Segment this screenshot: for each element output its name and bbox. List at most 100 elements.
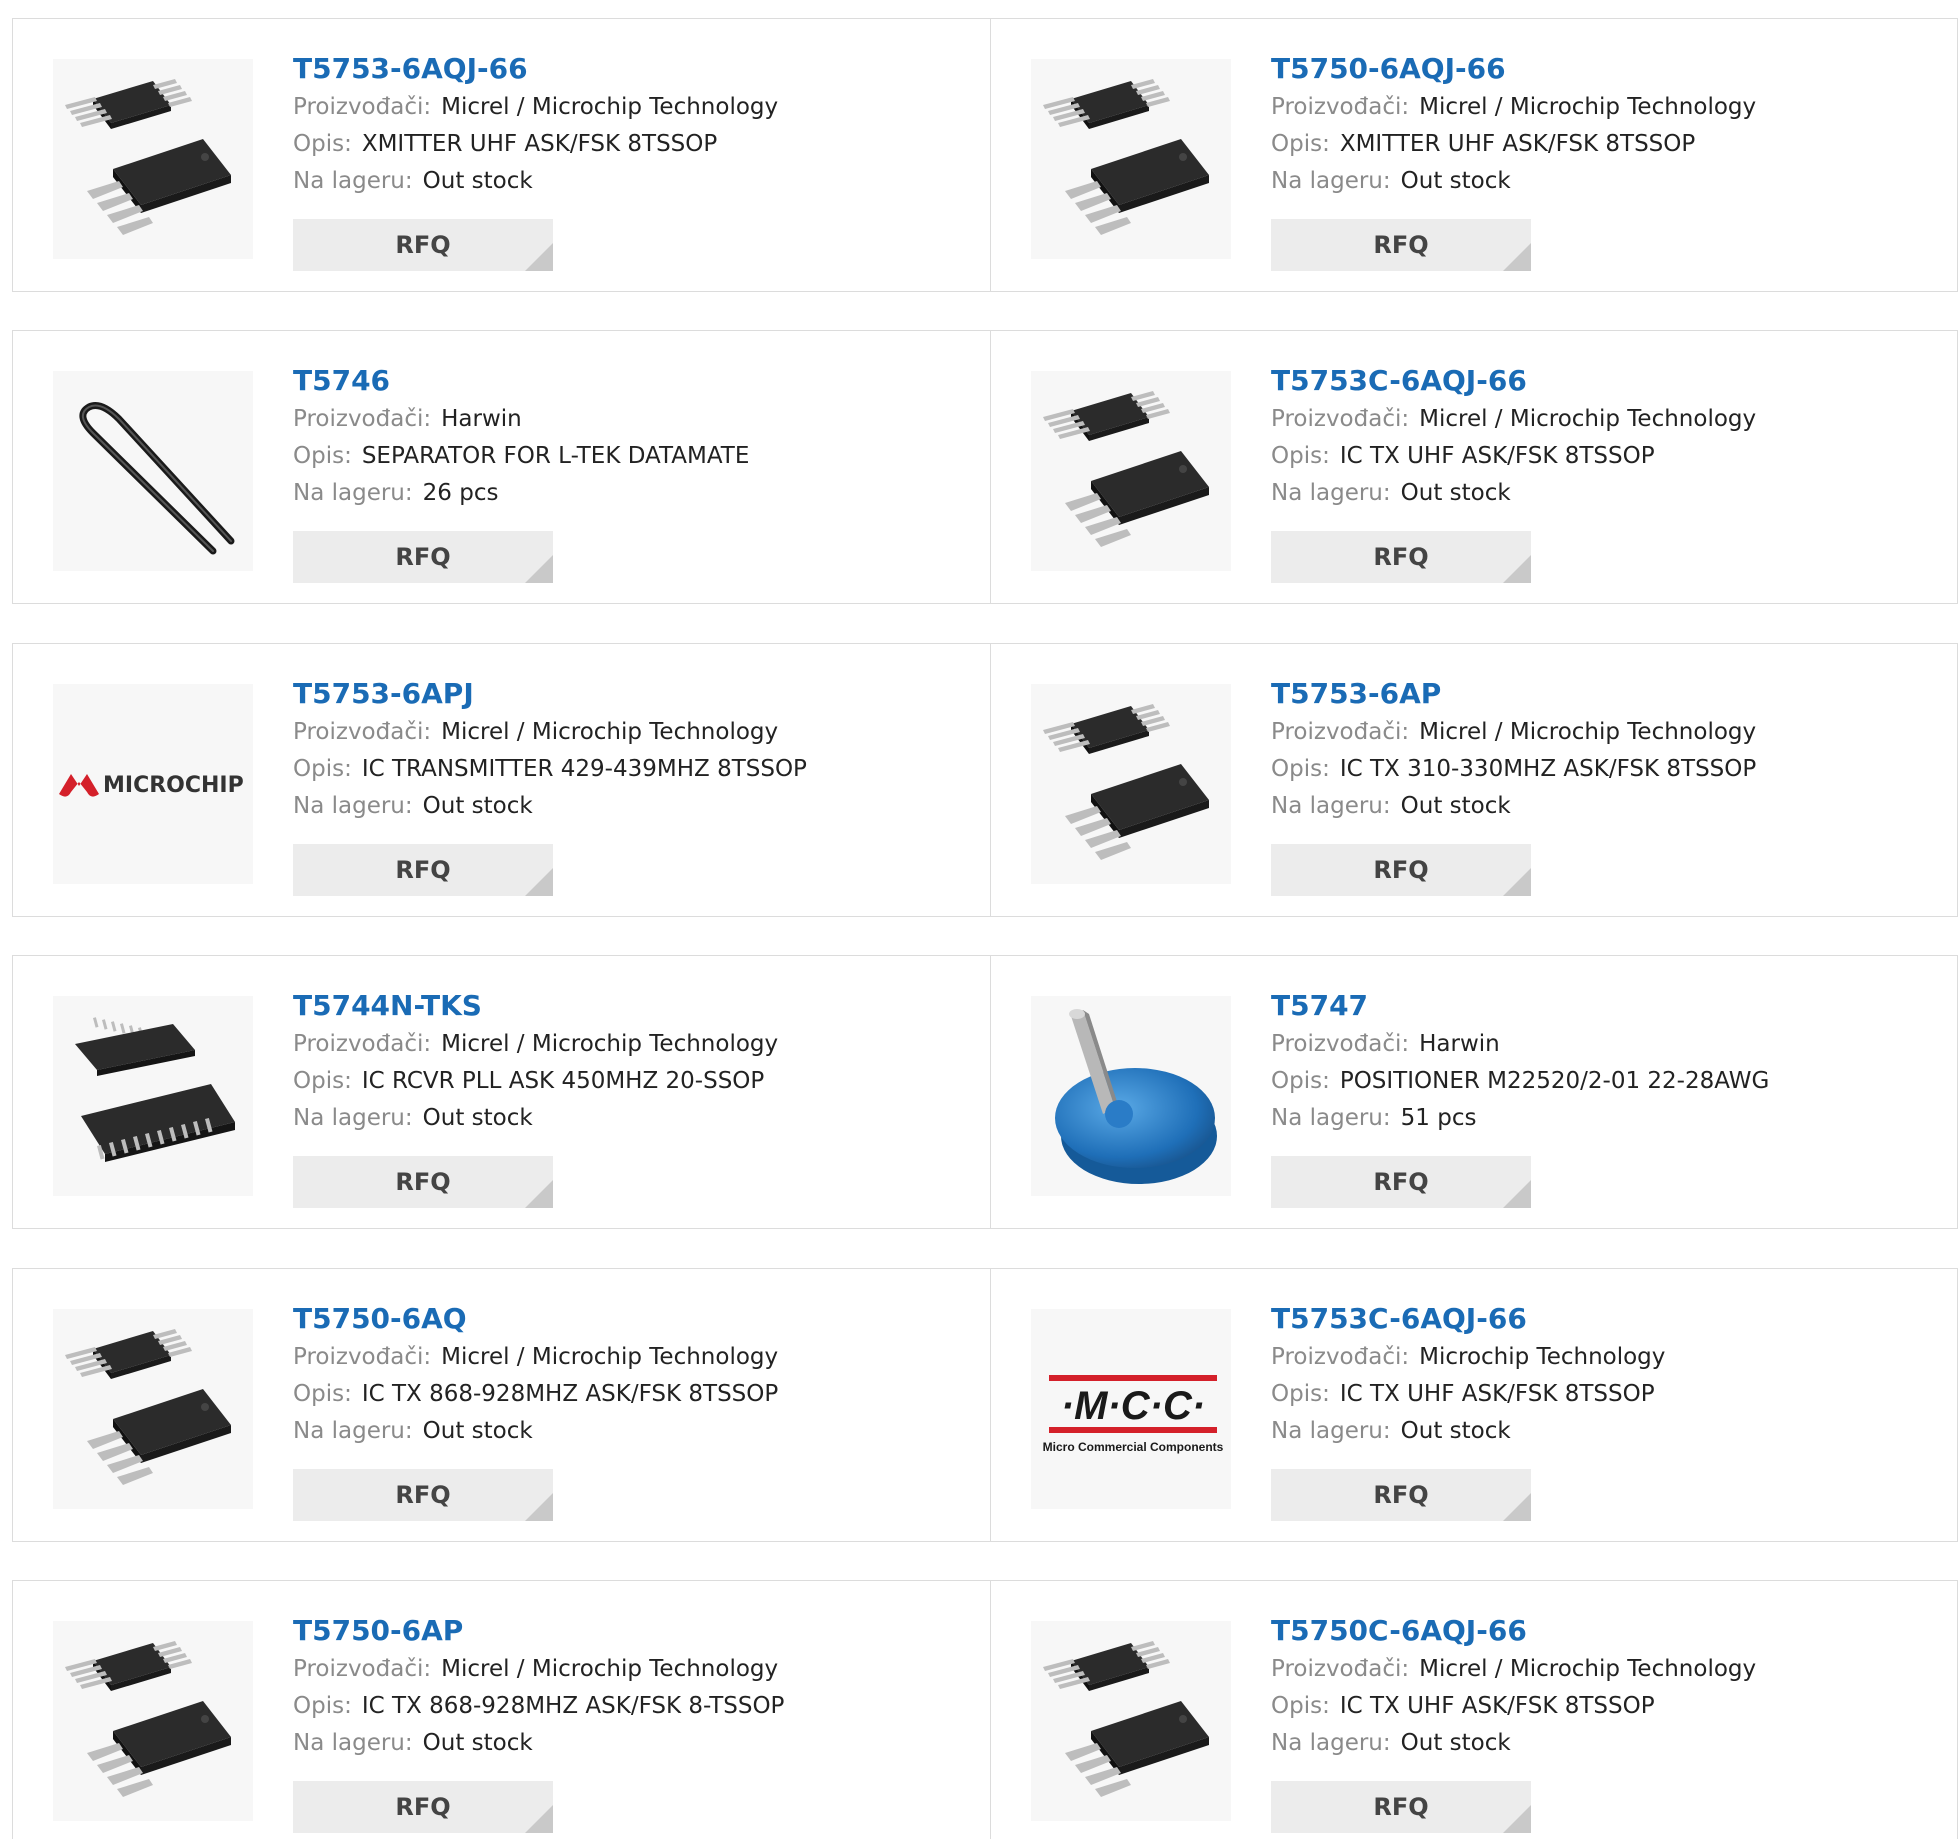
stock-line: Na lageru: Out stock	[293, 163, 778, 200]
description-label: Opis:	[293, 1692, 352, 1719]
stock-value: Out stock	[1400, 480, 1511, 507]
description-value: XMITTER UHF ASK/FSK 8TSSOP	[1339, 131, 1696, 157]
product-card: MICROCHIP T5753-6APJ Proizvođači: Micrel …	[12, 642, 991, 917]
product-title-link[interactable]: T5753C-6AQJ-66	[1271, 1299, 1665, 1339]
stock-value: Out stock	[1400, 1729, 1511, 1756]
rfq-button-label: RFQ	[395, 1792, 451, 1821]
description-line: Opis: IC TX UHF ASK/FSK 8TSSOP	[1271, 438, 1756, 475]
product-title-link[interactable]: T5753-6AQJ-66	[293, 49, 778, 89]
manufacturer-label: Proizvođači:	[1271, 94, 1410, 120]
product-title-link[interactable]: T5750-6AQ	[293, 1299, 778, 1339]
stock-line: Na lageru: Out stock	[1271, 788, 1756, 825]
stock-label: Na lageru:	[1271, 168, 1391, 194]
manufacturer-value: Micrel / Microchip Technology	[441, 94, 779, 120]
tssop-chip-icon[interactable]	[53, 59, 253, 259]
product-info: T5747 Proizvođači: Harwin Opis: POSITIONER…	[1271, 986, 1769, 1137]
rfq-button[interactable]: RFQ	[293, 1468, 553, 1521]
product-title-link[interactable]: T5753C-6AQJ-66	[1271, 361, 1756, 401]
rfq-button[interactable]: RFQ	[1271, 843, 1531, 896]
rfq-button[interactable]: RFQ	[1271, 219, 1531, 271]
manufacturer-line: Proizvođači: Micrel / Microchip Technolog…	[293, 89, 778, 126]
rfq-button[interactable]: RFQ	[1271, 1780, 1531, 1833]
product-card: T5750-6AP Proizvođači: Micrel / Microchip…	[12, 1579, 991, 1839]
svg-text:Micro Commercial Components: Micro Commercial Components	[1043, 1440, 1224, 1454]
stock-label: Na lageru:	[1271, 792, 1391, 819]
microchip-logo-text: MICROCHIP	[103, 773, 244, 798]
product-title-link[interactable]: T5750-6AQJ-66	[1271, 49, 1756, 89]
rfq-button[interactable]: RFQ	[1271, 531, 1531, 584]
stock-value: Out stock	[422, 792, 533, 819]
rfq-button[interactable]: RFQ	[293, 1780, 553, 1833]
description-value: IC TX 868-928MHZ ASK/FSK 8-TSSOP	[361, 1692, 785, 1719]
rfq-button-label: RFQ	[1373, 1792, 1429, 1821]
product-card: T5744N-TKS Proizvođači: Micrel / Microchi…	[12, 955, 991, 1230]
product-info: T5750-6AQJ-66 Proizvođači: Micrel / Micro…	[1271, 49, 1756, 200]
manufacturer-line: Proizvođači: Micrel / Microchip Technolog…	[293, 1339, 778, 1376]
stock-line: Na lageru: Out stock	[293, 1100, 778, 1137]
manufacturer-value: Harwin	[1419, 1031, 1500, 1058]
product-title-link[interactable]: T5744N-TKS	[293, 986, 778, 1026]
product-row: T5750-6AP Proizvođači: Micrel / Microchip…	[12, 1579, 1958, 1839]
product-title-link[interactable]: T5746	[293, 361, 749, 401]
tssop-chip-icon[interactable]	[53, 1308, 253, 1509]
tssop-chip-icon[interactable]	[1031, 59, 1231, 259]
product-info: T5753-6AQJ-66 Proizvođači: Micrel / Micro…	[293, 49, 778, 200]
description-value: IC TX UHF ASK/FSK 8TSSOP	[1339, 443, 1655, 470]
manufacturer-value: Micrel / Microchip Technology	[1419, 718, 1757, 745]
manufacturer-line: Proizvođači: Micrel / Microchip Technolog…	[1271, 89, 1756, 126]
description-label: Opis:	[1271, 755, 1330, 782]
tssop-chip-icon[interactable]	[1031, 1620, 1231, 1821]
manufacturer-label: Proizvođači:	[1271, 1655, 1410, 1682]
rfq-button-label: RFQ	[395, 1168, 451, 1197]
manufacturer-line: Proizvođači: Micrel / Microchip Technolog…	[1271, 401, 1756, 438]
rfq-corner-decoration	[1503, 1180, 1531, 1209]
rfq-button[interactable]: RFQ	[1271, 1468, 1531, 1521]
product-title-link[interactable]: T5750C-6AQJ-66	[1271, 1611, 1756, 1651]
product-card: T5750-6AQ Proizvođači: Micrel / Microchip…	[12, 1267, 991, 1542]
manufacturer-line: Proizvođači: Microchip Technology	[1271, 1339, 1665, 1376]
rfq-button-label: RFQ	[395, 543, 451, 572]
tssop-chip-icon[interactable]	[53, 1620, 253, 1821]
tssop-chip-icon[interactable]	[1031, 371, 1231, 572]
manufacturer-label: Proizvođači:	[293, 718, 432, 745]
product-row: T5744N-TKS Proizvođači: Micrel / Microchi…	[12, 955, 1958, 1230]
rfq-button-label: RFQ	[1373, 543, 1429, 572]
rfq-button[interactable]: RFQ	[293, 531, 553, 584]
description-value: IC TX UHF ASK/FSK 8TSSOP	[1339, 1692, 1655, 1719]
rfq-button[interactable]: RFQ	[293, 843, 553, 896]
manufacturer-value: Micrel / Microchip Technology	[441, 1031, 779, 1058]
stock-line: Na lageru: Out stock	[1271, 475, 1756, 512]
rfq-corner-decoration	[525, 243, 553, 271]
product-title-link[interactable]: T5750-6AP	[293, 1611, 784, 1651]
stock-label: Na lageru:	[293, 1729, 413, 1756]
stock-label: Na lageru:	[293, 1105, 413, 1132]
manufacturer-label: Proizvođači:	[1271, 1031, 1410, 1058]
microchip-logo[interactable]: MICROCHIP	[53, 683, 253, 884]
mcc-logo[interactable]: ·M·C·C· Micro Commercial Components	[1031, 1308, 1231, 1509]
product-title-link[interactable]: T5753-6AP	[1271, 674, 1756, 714]
product-title-link[interactable]: T5747	[1271, 986, 1769, 1026]
description-line: Opis: IC TX UHF ASK/FSK 8TSSOP	[1271, 1376, 1665, 1413]
description-label: Opis:	[1271, 1380, 1330, 1407]
manufacturer-label: Proizvođači:	[293, 406, 432, 433]
stock-value: 26 pcs	[422, 480, 499, 507]
stock-line: Na lageru: Out stock	[1271, 1725, 1756, 1762]
product-card: T5747 Proizvođači: Harwin Opis: POSITIONER…	[991, 955, 1958, 1230]
rfq-button[interactable]: RFQ	[293, 1156, 553, 1209]
product-info: T5750-6AQ Proizvođači: Micrel / Microchip…	[293, 1299, 778, 1450]
product-title-link[interactable]: T5753-6APJ	[293, 674, 807, 714]
rfq-button[interactable]: RFQ	[293, 219, 553, 271]
ssop20-chip-icon[interactable]	[53, 996, 253, 1197]
tssop-chip-icon[interactable]	[1031, 683, 1231, 884]
stock-value: Out stock	[422, 168, 533, 194]
product-info: T5750C-6AQJ-66 Proizvođači: Micrel / Micr…	[1271, 1611, 1756, 1762]
rfq-button-label: RFQ	[395, 231, 451, 259]
rfq-button[interactable]: RFQ	[1271, 1156, 1531, 1209]
description-line: Opis: IC TRANSMITTER 429-439MHZ 8TSSOP	[293, 751, 807, 788]
manufacturer-line: Proizvođači: Micrel / Microchip Technolog…	[293, 1026, 778, 1063]
description-value: IC RCVR PLL ASK 450MHZ 20-SSOP	[361, 1068, 765, 1095]
separator-tool-icon[interactable]	[53, 371, 253, 572]
description-line: Opis: IC TX UHF ASK/FSK 8TSSOP	[1271, 1688, 1756, 1725]
description-label: Opis:	[293, 1380, 352, 1407]
positioner-tool-icon[interactable]	[1031, 996, 1231, 1197]
